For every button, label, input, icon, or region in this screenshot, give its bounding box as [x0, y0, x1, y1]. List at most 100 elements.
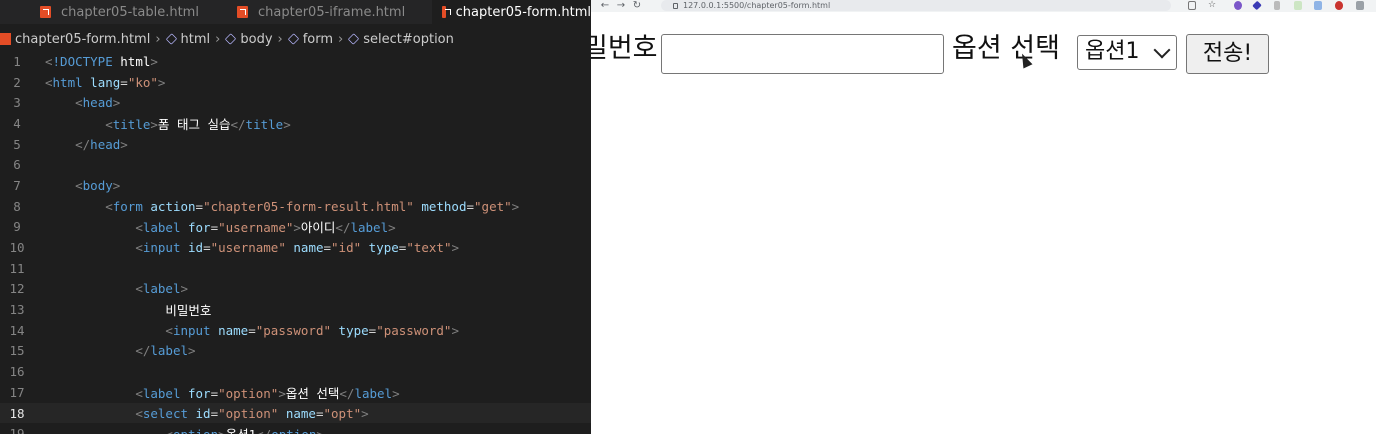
code-line[interactable]: 18 <select id="option" name="opt"> — [0, 402, 591, 424]
reload-icon[interactable]: ↻ — [629, 0, 645, 12]
code-token: > — [218, 427, 226, 434]
code-editor[interactable]: chapter05-table.html chapter05-iframe.ht… — [0, 0, 591, 434]
back-icon[interactable]: ← — [597, 0, 613, 12]
code-token: "username" — [218, 220, 294, 236]
breadcrumb-select[interactable]: select#option — [363, 32, 454, 47]
code-token: "id" — [331, 240, 369, 256]
extension-icon[interactable] — [1234, 1, 1242, 10]
chevron-down-icon — [1153, 41, 1171, 59]
element-icon — [165, 33, 177, 45]
editor-tab-bar: chapter05-table.html chapter05-iframe.ht… — [0, 0, 591, 24]
code-line[interactable]: 4 <title>폼 태그 실습</title> — [0, 113, 591, 134]
code-line[interactable]: 5 </head> — [0, 134, 591, 155]
info-icon[interactable] — [673, 3, 678, 9]
code-token: id — [195, 405, 211, 421]
code-line[interactable]: 15 </label> — [0, 341, 591, 362]
code-line[interactable]: 19 <option>옵션1</option> — [0, 423, 591, 434]
code-token: 옵션1 — [226, 427, 257, 434]
code-token: < — [75, 95, 83, 111]
password-input[interactable] — [661, 34, 944, 74]
code-token: "text" — [406, 240, 452, 256]
code-line[interactable]: 1 <!DOCTYPE html> — [0, 51, 591, 72]
code-text: </head> — [45, 137, 128, 152]
option-select[interactable]: 옵션1 — [1077, 35, 1177, 70]
address-bar[interactable]: 127.0.0.1:5500/chapter05-form.html — [661, 0, 1171, 11]
code-text: <form action="chapter05-form-result.html… — [45, 199, 519, 214]
code-line[interactable]: 17 <label for="option">옵션 선택</label> — [0, 382, 591, 403]
code-text: <option>옵션1</option> — [45, 424, 324, 434]
code-lines[interactable]: 1 <!DOCTYPE html> 2 <html lang="ko"> 3 <head… — [0, 51, 591, 434]
tab-chapter05-table[interactable]: chapter05-table.html — [40, 0, 199, 24]
code-line[interactable]: 14 <input name="password" type="password… — [0, 320, 591, 341]
code-token: < — [75, 177, 83, 193]
code-line[interactable]: 3 <head> — [0, 92, 591, 113]
browser-toolbar: ← → ↻ 127.0.0.1:5500/chapter05-form.html… — [591, 0, 1376, 12]
line-number: 16 — [9, 364, 25, 380]
breadcrumb-form[interactable]: form — [303, 32, 333, 47]
html-file-icon — [0, 33, 11, 45]
line-number: 14 — [9, 322, 25, 338]
code-line[interactable]: 12 <label> — [0, 279, 591, 300]
code-text: <title>폼 태그 실습</title> — [45, 114, 291, 133]
code-token: input — [172, 322, 219, 338]
code-token: label — [150, 343, 189, 359]
code-token: < — [135, 405, 143, 421]
code-token: < — [45, 53, 53, 69]
code-token: "password" — [376, 322, 452, 338]
tab-chapter05-form[interactable]: chapter05-form.html — [432, 0, 591, 24]
code-token: title — [112, 116, 151, 132]
code-token: = — [466, 198, 475, 214]
extension-icon[interactable] — [1314, 1, 1322, 10]
line-number: 18 — [9, 405, 25, 421]
shield-icon[interactable] — [1335, 1, 1343, 10]
code-token: 아이디 — [300, 220, 336, 236]
chevron-right-icon: › — [155, 31, 161, 47]
tab-chapter05-iframe[interactable]: chapter05-iframe.html — [237, 0, 405, 24]
code-token: head — [82, 95, 113, 111]
code-line[interactable]: 16 — [0, 361, 591, 382]
breadcrumb-body[interactable]: body — [240, 32, 272, 47]
element-icon — [225, 33, 237, 45]
html-file-icon — [442, 6, 451, 18]
code-token: type — [368, 240, 399, 256]
submit-button[interactable]: 전송! — [1186, 34, 1269, 74]
code-token: > — [451, 240, 459, 256]
share-icon[interactable] — [1188, 1, 1196, 10]
code-text: 비밀번호 — [45, 300, 211, 319]
breadcrumb-html[interactable]: html — [181, 32, 211, 47]
code-text: <html lang="ko"> — [45, 75, 165, 90]
code-token: head — [90, 136, 121, 152]
extension-icon[interactable] — [1274, 1, 1280, 10]
code-token: option — [173, 427, 218, 434]
forward-icon[interactable]: → — [613, 0, 629, 12]
line-number: 2 — [13, 74, 21, 90]
code-token: label — [142, 281, 181, 297]
code-line[interactable]: 6 — [0, 154, 591, 175]
code-line[interactable]: 13 비밀번호 — [0, 299, 591, 320]
code-line[interactable]: 7 <body> — [0, 175, 591, 196]
code-line[interactable]: 8 <form action="chapter05-form-result.ht… — [0, 196, 591, 217]
tab-label: chapter05-form.html — [455, 4, 591, 20]
code-token: > — [157, 74, 166, 90]
code-text: <body> — [45, 178, 120, 193]
code-token: < — [105, 198, 113, 214]
breadcrumb-file[interactable]: chapter05-form.html — [15, 32, 150, 47]
code-token: body — [82, 177, 113, 193]
code-text: <!DOCTYPE html> — [45, 54, 158, 69]
code-line[interactable]: 2 <html lang="ko"> — [0, 72, 591, 93]
star-icon[interactable]: ☆ — [1208, 1, 1216, 10]
code-token: < — [105, 116, 113, 132]
extension-icon[interactable] — [1252, 0, 1262, 11]
password-label: 밀번호 — [591, 33, 658, 64]
code-line[interactable]: 9 <label for="username">아이디</label> — [0, 217, 591, 238]
code-line[interactable]: 10 <input id="username" name="id" type="… — [0, 237, 591, 258]
extensions-puzzle-icon[interactable] — [1356, 1, 1364, 10]
code-line[interactable]: 11 — [0, 258, 591, 279]
extension-icon[interactable] — [1294, 1, 1302, 10]
line-number: 10 — [9, 240, 25, 256]
code-token: method — [421, 198, 467, 214]
